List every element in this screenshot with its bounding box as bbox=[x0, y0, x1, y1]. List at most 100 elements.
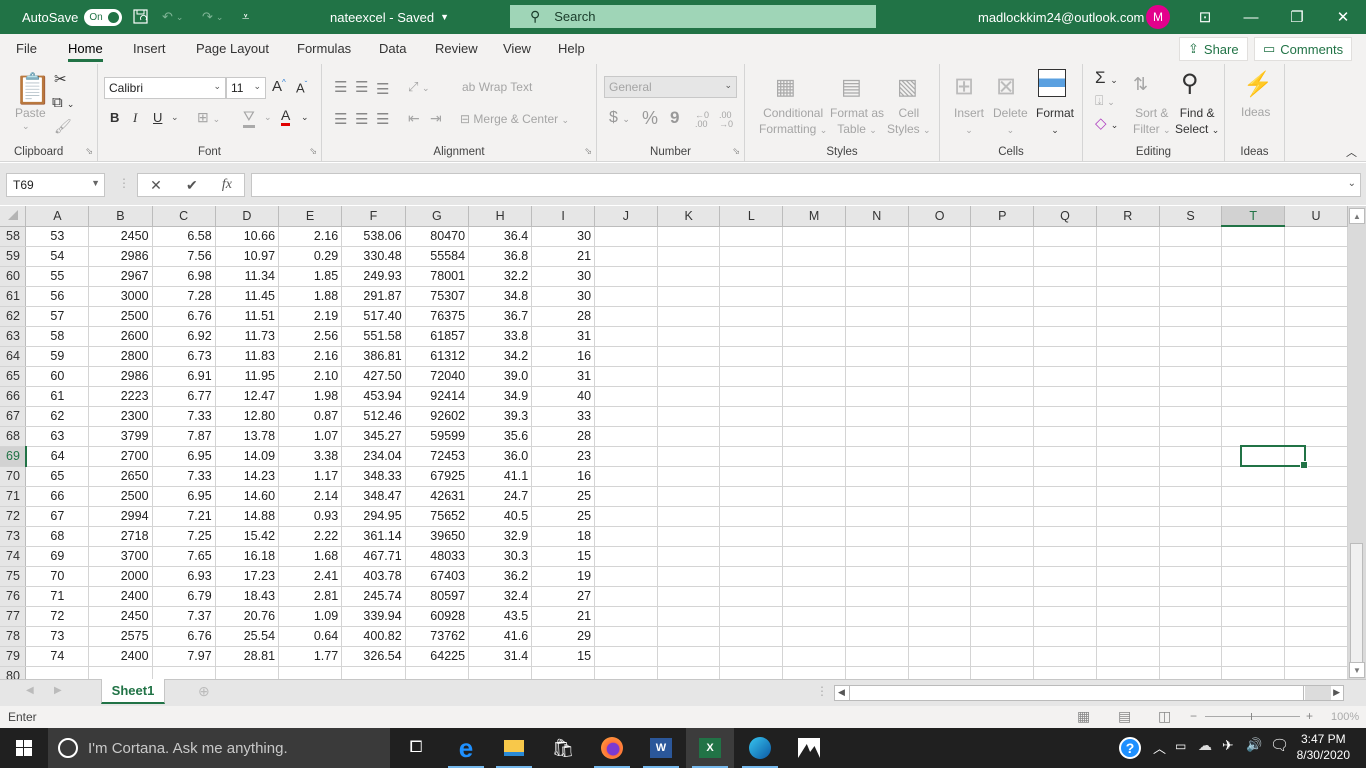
cell-f76[interactable]: 245.74 bbox=[341, 586, 406, 607]
cell-l58[interactable] bbox=[719, 226, 784, 247]
cell-s65[interactable] bbox=[1159, 366, 1223, 387]
store-icon[interactable]: 🛍 bbox=[539, 728, 587, 768]
cell-j59[interactable] bbox=[594, 246, 658, 267]
cell-f74[interactable]: 467.71 bbox=[341, 546, 406, 567]
cell-o71[interactable] bbox=[908, 486, 972, 507]
cell-r65[interactable] bbox=[1096, 366, 1160, 387]
cell-n71[interactable] bbox=[845, 486, 909, 507]
cell-t61[interactable] bbox=[1221, 286, 1286, 307]
cell-k74[interactable] bbox=[657, 546, 721, 567]
cell-f73[interactable]: 361.14 bbox=[341, 526, 406, 547]
cell-s66[interactable] bbox=[1159, 386, 1223, 407]
cell-u77[interactable] bbox=[1284, 606, 1348, 627]
cell-u59[interactable] bbox=[1284, 246, 1348, 267]
cell-f63[interactable]: 551.58 bbox=[341, 326, 406, 347]
cell-q66[interactable] bbox=[1033, 386, 1097, 407]
select-all-corner[interactable] bbox=[0, 206, 27, 227]
save-icon[interactable] bbox=[132, 0, 150, 34]
cell-f71[interactable]: 348.47 bbox=[341, 486, 406, 507]
cell-m64[interactable] bbox=[782, 346, 846, 367]
cell-k69[interactable] bbox=[657, 446, 721, 467]
cell-g61[interactable]: 75307 bbox=[405, 286, 470, 307]
next-sheet-icon[interactable]: ▶ bbox=[54, 685, 62, 696]
collapse-ribbon-icon[interactable]: ︿ bbox=[1346, 144, 1357, 160]
task-view-icon[interactable]: ⧠ bbox=[392, 728, 440, 768]
cell-b80[interactable] bbox=[88, 666, 153, 679]
cell-t77[interactable] bbox=[1221, 606, 1286, 627]
cell-e76[interactable]: 2.81 bbox=[278, 586, 343, 607]
bold-button[interactable]: B bbox=[110, 110, 119, 125]
cell-r58[interactable] bbox=[1096, 226, 1160, 247]
cell-g75[interactable]: 67403 bbox=[405, 566, 470, 587]
cell-d79[interactable]: 28.81 bbox=[215, 646, 280, 667]
cell-g58[interactable]: 80470 bbox=[405, 226, 470, 247]
cell-r64[interactable] bbox=[1096, 346, 1160, 367]
cell-k67[interactable] bbox=[657, 406, 721, 427]
cell-j70[interactable] bbox=[594, 466, 658, 487]
cell-p78[interactable] bbox=[970, 626, 1035, 647]
cell-j63[interactable] bbox=[594, 326, 658, 347]
cell-l61[interactable] bbox=[719, 286, 784, 307]
cell-i61[interactable]: 30 bbox=[531, 286, 596, 307]
cell-q64[interactable] bbox=[1033, 346, 1097, 367]
cell-u78[interactable] bbox=[1284, 626, 1348, 647]
cell-d58[interactable]: 10.66 bbox=[215, 226, 280, 247]
cell-c77[interactable]: 7.37 bbox=[152, 606, 216, 627]
cell-d61[interactable]: 11.45 bbox=[215, 286, 280, 307]
cell-k72[interactable] bbox=[657, 506, 721, 527]
delete-cells-button[interactable]: Delete ⌄ bbox=[993, 105, 1028, 138]
cell-i69[interactable]: 23 bbox=[531, 446, 596, 467]
cell-c71[interactable]: 6.95 bbox=[152, 486, 216, 507]
column-header-g[interactable]: G bbox=[405, 206, 470, 227]
cell-q60[interactable] bbox=[1033, 266, 1097, 287]
row-header[interactable]: 78 bbox=[0, 626, 27, 647]
cell-r72[interactable] bbox=[1096, 506, 1160, 527]
cell-c74[interactable]: 7.65 bbox=[152, 546, 216, 567]
cell-l63[interactable] bbox=[719, 326, 784, 347]
cell-b77[interactable]: 2450 bbox=[88, 606, 153, 627]
column-header-m[interactable]: M bbox=[782, 206, 846, 227]
cell-j65[interactable] bbox=[594, 366, 658, 387]
cell-r68[interactable] bbox=[1096, 426, 1160, 447]
cell-h60[interactable]: 32.2 bbox=[468, 266, 533, 287]
cell-j69[interactable] bbox=[594, 446, 658, 467]
cell-n76[interactable] bbox=[845, 586, 909, 607]
cell-n67[interactable] bbox=[845, 406, 909, 427]
cell-b76[interactable]: 2400 bbox=[88, 586, 153, 607]
increase-decimal-icon[interactable]: ←0.00 bbox=[695, 111, 709, 129]
cell-t74[interactable] bbox=[1221, 546, 1286, 567]
cell-k77[interactable] bbox=[657, 606, 721, 627]
cell-i80[interactable] bbox=[531, 666, 596, 679]
cell-s68[interactable] bbox=[1159, 426, 1223, 447]
cell-k80[interactable] bbox=[657, 666, 721, 679]
cell-m66[interactable] bbox=[782, 386, 846, 407]
cell-b62[interactable]: 2500 bbox=[88, 306, 153, 327]
cell-t58[interactable] bbox=[1221, 226, 1286, 247]
cell-r74[interactable] bbox=[1096, 546, 1160, 567]
cell-l65[interactable] bbox=[719, 366, 784, 387]
ideas-button[interactable]: Ideas bbox=[1241, 105, 1270, 119]
cell-b66[interactable]: 2223 bbox=[88, 386, 153, 407]
sheet-tab-sheet1[interactable]: Sheet1 bbox=[101, 679, 165, 704]
cell-t66[interactable] bbox=[1221, 386, 1286, 407]
cell-r66[interactable] bbox=[1096, 386, 1160, 407]
cell-i67[interactable]: 33 bbox=[531, 406, 596, 427]
cell-m65[interactable] bbox=[782, 366, 846, 387]
cell-l77[interactable] bbox=[719, 606, 784, 627]
cell-j73[interactable] bbox=[594, 526, 658, 547]
cell-k59[interactable] bbox=[657, 246, 721, 267]
help-icon[interactable]: ? bbox=[1106, 728, 1154, 768]
wrap-text-button[interactable]: ab Wrap Text bbox=[462, 80, 532, 94]
cell-p68[interactable] bbox=[970, 426, 1035, 447]
undo-icon[interactable]: ↶ ⌄ bbox=[162, 0, 183, 34]
redo-icon[interactable]: ↷ ⌄ bbox=[202, 0, 223, 34]
tab-splitter[interactable]: ⋮ bbox=[816, 684, 828, 698]
cell-l69[interactable] bbox=[719, 446, 784, 467]
cell-s62[interactable] bbox=[1159, 306, 1223, 327]
cell-i63[interactable]: 31 bbox=[531, 326, 596, 347]
cell-i76[interactable]: 27 bbox=[531, 586, 596, 607]
row-header[interactable]: 59 bbox=[0, 246, 27, 267]
cell-d80[interactable] bbox=[215, 666, 280, 679]
cell-e59[interactable]: 0.29 bbox=[278, 246, 343, 267]
cell-f58[interactable]: 538.06 bbox=[341, 226, 406, 247]
